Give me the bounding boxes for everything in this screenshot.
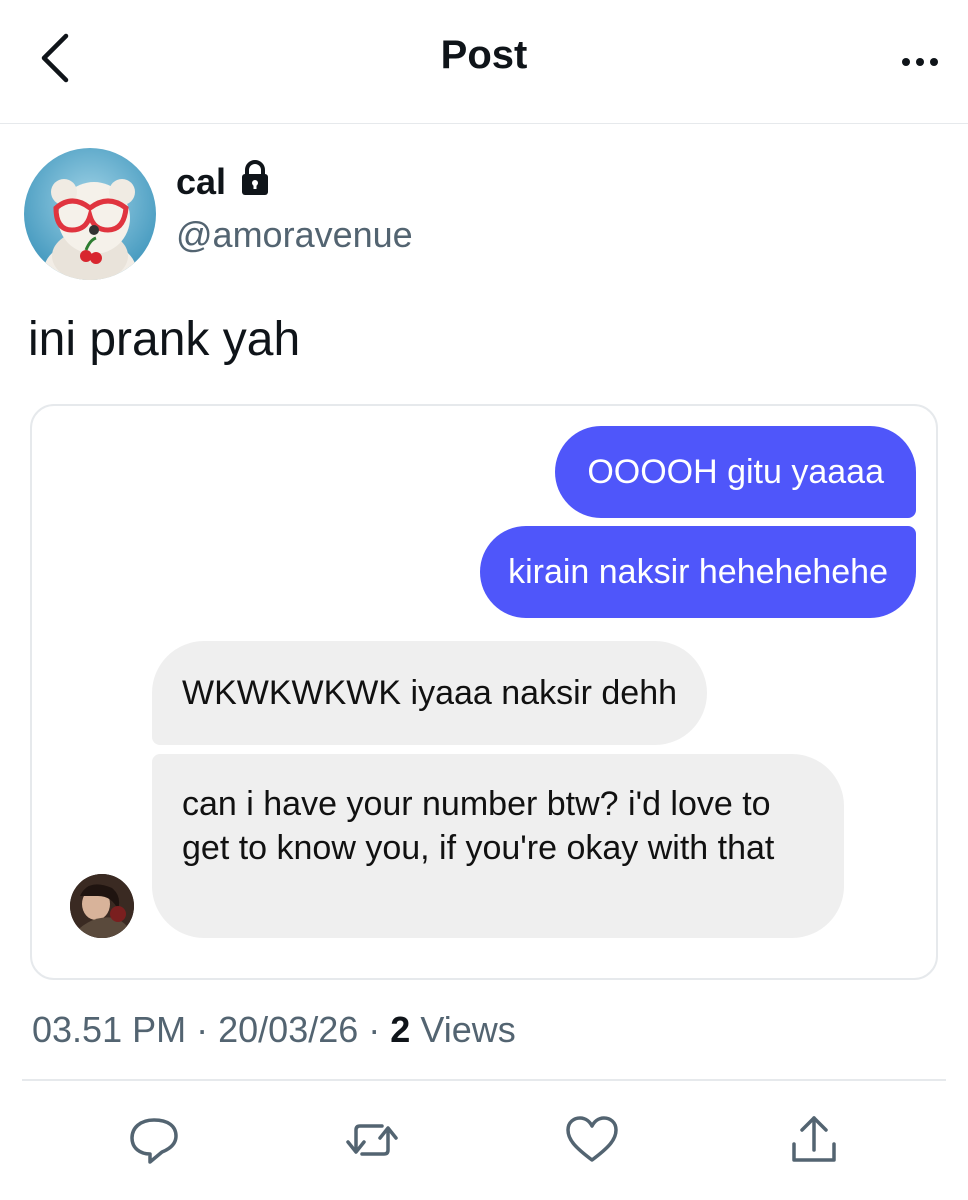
chat-bubble-incoming: WKWKWKWK iyaaa naksir dehh (152, 641, 708, 745)
post-meta: 03.51 PM · 20/03/26 · 2 Views (32, 1009, 516, 1051)
reply-button[interactable] (124, 1110, 184, 1170)
author-handle[interactable]: @amoravenue (176, 214, 413, 256)
chat-bubble-incoming: can i have your number btw? i'd love to … (152, 754, 844, 938)
chat-bubble-outgoing: OOOOH gitu yaaaa (555, 426, 916, 518)
share-button[interactable] (784, 1110, 844, 1170)
top-bar: Post (0, 0, 968, 124)
post-text: ini prank yah (28, 313, 301, 366)
post-date: 20/03/26 (218, 1009, 359, 1050)
chat-screenshot-image[interactable]: OOOOH gitu yaaaa kirain naksir heheheheh… (30, 404, 938, 980)
post-time: 03.51 PM (32, 1009, 187, 1050)
chat-contact-avatar (70, 874, 134, 938)
meta-separator: · (196, 1009, 209, 1050)
share-icon (792, 1116, 836, 1162)
views-label[interactable]: Views (420, 1009, 515, 1050)
repost-button[interactable] (342, 1110, 402, 1170)
reply-icon (130, 1118, 178, 1164)
divider (22, 1079, 946, 1081)
views-count[interactable]: 2 (390, 1009, 410, 1050)
meta-separator: · (368, 1009, 381, 1050)
repost-icon (346, 1124, 398, 1156)
lock-icon (240, 160, 270, 196)
more-horizontal-icon (902, 58, 938, 66)
like-button[interactable] (562, 1110, 622, 1170)
chat-bubble-outgoing: kirain naksir hehehehehe (480, 526, 916, 618)
author-name[interactable]: cal (176, 161, 226, 203)
heart-icon (566, 1116, 618, 1162)
page-title: Post (440, 33, 528, 77)
more-options-button[interactable] (896, 36, 944, 84)
author-avatar[interactable] (24, 148, 156, 280)
